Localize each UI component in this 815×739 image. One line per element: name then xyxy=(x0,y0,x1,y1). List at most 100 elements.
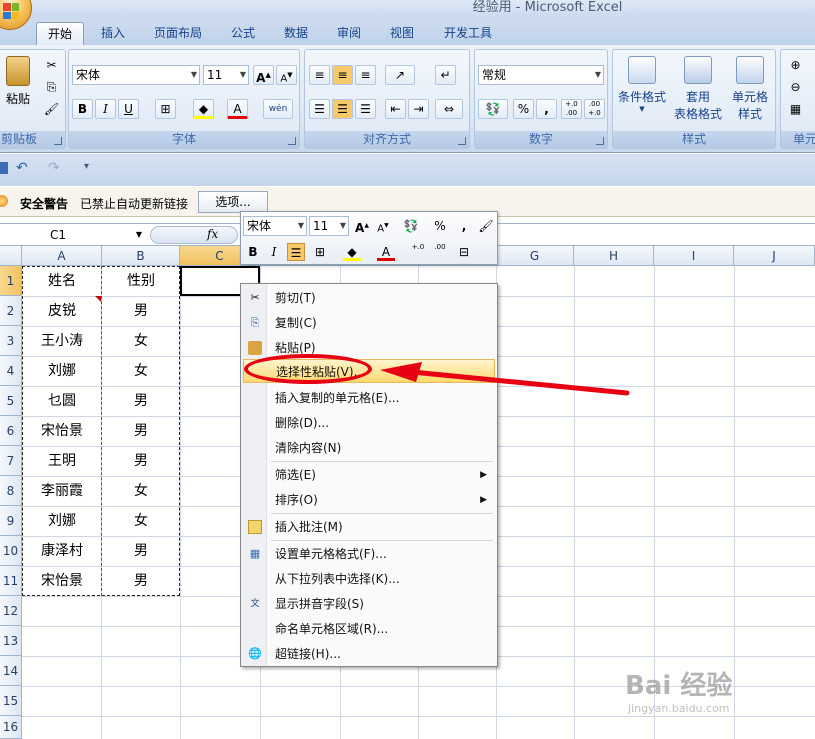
security-options-button[interactable]: 选项... xyxy=(198,191,268,213)
shrink-font-icon[interactable]: A▼ xyxy=(374,217,392,235)
insert-function-button[interactable]: fx xyxy=(150,226,238,244)
menu-item-format-cells[interactable]: ▦ 设置单元格格式(F)... xyxy=(243,542,495,566)
align-top-icon[interactable]: ≡ xyxy=(309,65,330,85)
mini-italic-icon[interactable]: I xyxy=(265,243,283,261)
mini-font-combo[interactable]: 宋体 ▼ xyxy=(243,216,307,236)
row-header-2[interactable]: 2 xyxy=(0,296,22,326)
shrink-font-icon[interactable]: A▼ xyxy=(276,65,297,85)
increase-indent-icon[interactable]: ⇥ xyxy=(408,99,429,119)
currency-icon[interactable]: 💱 xyxy=(478,99,508,119)
menu-item-sort[interactable]: 排序(O) ▶ xyxy=(243,488,495,512)
grow-font-icon[interactable]: A▲ xyxy=(353,217,371,235)
copy-icon[interactable]: ⎘ xyxy=(41,78,62,98)
tab-home[interactable]: 开始 xyxy=(36,22,84,45)
row-header-3[interactable]: 3 xyxy=(0,326,22,356)
menu-item-insert-comment[interactable]: 插入批注(M) xyxy=(243,515,495,539)
underline-button[interactable]: U xyxy=(118,99,139,119)
row-header-13[interactable]: 13 xyxy=(0,626,22,656)
menu-item-copy[interactable]: ⎘ 复制(C) xyxy=(243,311,495,335)
customize-qat-icon[interactable]: ▾ xyxy=(84,161,89,172)
format-painter-icon[interactable]: 🖌 xyxy=(477,217,495,235)
column-header-b[interactable]: B xyxy=(102,246,180,266)
orientation-icon[interactable]: ↗ xyxy=(385,65,415,85)
row-header-5[interactable]: 5 xyxy=(0,386,22,416)
italic-button[interactable]: I xyxy=(95,99,116,119)
wrap-text-icon[interactable]: ↵ xyxy=(435,65,456,85)
mini-size-combo[interactable]: 11 ▼ xyxy=(309,216,349,236)
tab-view[interactable]: 视图 xyxy=(382,22,422,45)
border-icon[interactable]: ⊞ xyxy=(155,99,176,119)
increase-decimal-button[interactable]: +.0 .00 xyxy=(561,99,582,119)
menu-item-delete[interactable]: 删除(D)... xyxy=(243,411,495,435)
format-cells-ribbon-icon[interactable]: ▦ xyxy=(785,100,806,120)
row-header-1[interactable]: 1 xyxy=(0,266,22,296)
column-header-j[interactable]: J xyxy=(734,246,815,266)
cut-icon[interactable]: ✂ xyxy=(41,56,62,76)
column-header-a[interactable]: A xyxy=(22,246,102,266)
cell-styles-button[interactable]: 单元格 样式 xyxy=(725,56,775,122)
phonetic-icon[interactable]: wén xyxy=(263,99,293,119)
mini-border-icon[interactable]: ⊞ xyxy=(311,243,329,261)
column-header-i[interactable]: I xyxy=(654,246,734,266)
row-header-4[interactable]: 4 xyxy=(0,356,22,386)
clipboard-launcher-icon[interactable] xyxy=(54,137,62,145)
row-header-14[interactable]: 14 xyxy=(0,656,22,686)
mini-decrease-decimal-icon[interactable]: .00 xyxy=(431,243,449,261)
menu-item-define-name[interactable]: 命名单元格区域(R)... xyxy=(243,617,495,641)
mini-comma-button[interactable]: , xyxy=(455,217,473,235)
row-header-10[interactable]: 10 xyxy=(0,536,22,566)
insert-cells-icon[interactable]: ⊕ xyxy=(785,56,806,76)
mini-font-color-icon[interactable]: A xyxy=(377,243,395,261)
percent-button[interactable]: % xyxy=(513,99,534,119)
mini-bold-icon[interactable]: B xyxy=(244,243,262,261)
comma-button[interactable]: , xyxy=(536,99,557,119)
menu-item-filter[interactable]: 筛选(E) ▶ xyxy=(243,463,495,487)
menu-item-pick-from-list[interactable]: 从下拉列表中选择(K)... xyxy=(243,567,495,591)
redo-icon[interactable]: ↷ xyxy=(48,160,60,176)
row-header-7[interactable]: 7 xyxy=(0,446,22,476)
mini-percent-button[interactable]: % xyxy=(431,217,449,235)
align-middle-icon[interactable]: ≡ xyxy=(332,65,353,85)
mini-currency-icon[interactable]: 💱 xyxy=(398,217,424,235)
tab-insert[interactable]: 插入 xyxy=(93,22,133,45)
row-header-11[interactable]: 11 xyxy=(0,566,22,596)
menu-item-clear-contents[interactable]: 清除内容(N) xyxy=(243,436,495,460)
merge-center-icon[interactable]: ⇔ xyxy=(435,99,463,119)
name-box[interactable]: C1 ▼ xyxy=(0,225,148,245)
mini-merge-icon[interactable]: ⊟ xyxy=(455,243,473,261)
undo-icon[interactable]: ↶ xyxy=(16,160,28,176)
tab-developer[interactable]: 开发工具 xyxy=(436,22,500,45)
paste-button[interactable]: 粘贴 xyxy=(1,56,35,107)
menu-item-cut[interactable]: ✂ 剪切(T) xyxy=(243,286,495,310)
row-header-9[interactable]: 9 xyxy=(0,506,22,536)
font-size-combo[interactable]: 11 ▼ xyxy=(203,65,249,85)
conditional-format-button[interactable]: 条件格式 ▼ xyxy=(615,56,669,113)
mini-align-center-icon[interactable]: ☰ xyxy=(287,243,305,261)
number-launcher-icon[interactable] xyxy=(596,137,604,145)
align-bottom-icon[interactable]: ≡ xyxy=(355,65,376,85)
row-header-8[interactable]: 8 xyxy=(0,476,22,506)
font-launcher-icon[interactable] xyxy=(288,137,296,145)
select-all-corner[interactable] xyxy=(0,246,22,266)
decrease-indent-icon[interactable]: ⇤ xyxy=(385,99,406,119)
delete-cells-icon[interactable]: ⊖ xyxy=(785,78,806,98)
align-right-icon[interactable]: ☰ xyxy=(355,99,376,119)
number-format-combo[interactable]: 常规 ▼ xyxy=(478,65,604,85)
menu-item-show-phonetic[interactable]: 文 显示拼音字段(S) xyxy=(243,592,495,616)
font-name-combo[interactable]: 宋体 ▼ xyxy=(72,65,200,85)
tab-formulas[interactable]: 公式 xyxy=(223,22,263,45)
fill-color-icon[interactable]: ◆ xyxy=(193,99,214,119)
row-header-12[interactable]: 12 xyxy=(0,596,22,626)
column-header-h[interactable]: H xyxy=(574,246,654,266)
align-left-icon[interactable]: ☰ xyxy=(309,99,330,119)
tab-data[interactable]: 数据 xyxy=(276,22,316,45)
format-painter-icon[interactable]: 🖌 xyxy=(41,100,62,120)
menu-item-hyperlink[interactable]: 🌐 超链接(H)... xyxy=(243,642,495,666)
mini-fill-color-icon[interactable]: ◆ xyxy=(343,243,361,261)
tab-review[interactable]: 审阅 xyxy=(329,22,369,45)
row-header-6[interactable]: 6 xyxy=(0,416,22,446)
decrease-decimal-button[interactable]: .00 +.0 xyxy=(584,99,605,119)
tab-page-layout[interactable]: 页面布局 xyxy=(146,22,210,45)
column-header-g[interactable]: G xyxy=(496,246,574,266)
row-header-15[interactable]: 15 xyxy=(0,686,22,716)
